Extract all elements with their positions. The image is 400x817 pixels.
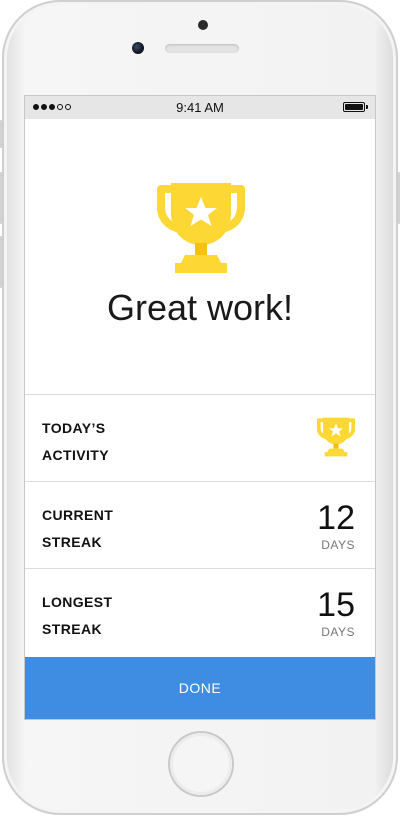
row-label-line1: TODAY’S (42, 420, 106, 436)
row-label: TODAY’S ACTIVITY (42, 415, 162, 469)
hero-section: Great work! (25, 119, 375, 394)
home-button[interactable] (170, 733, 232, 795)
trophy-icon (317, 417, 355, 457)
done-button[interactable]: DONE (25, 657, 375, 719)
row-label-line1: CURRENT (42, 507, 114, 523)
row-label-line2: ACTIVITY (42, 447, 109, 463)
earpiece-speaker (165, 44, 239, 53)
row-label-line2: STREAK (42, 621, 102, 637)
proximity-sensor (198, 20, 208, 30)
row-label: CURRENT STREAK (42, 502, 162, 556)
row-label-line2: STREAK (42, 534, 102, 550)
current-streak-row: CURRENT STREAK 12 DAYS (25, 481, 375, 568)
row-label-line1: LONGEST (42, 594, 113, 610)
longest-streak-stat: 15 DAYS (317, 587, 355, 639)
todays-activity-row: TODAY’S ACTIVITY (25, 394, 375, 481)
headline: Great work! (106, 287, 294, 328)
status-time: 9:41 AM (176, 100, 224, 115)
longest-streak-unit: DAYS (321, 625, 355, 639)
screen: 9:41 AM Great work! TODAY’S ACTIVITY CUR… (24, 95, 376, 720)
longest-streak-value: 15 (317, 586, 355, 624)
current-streak-value: 12 (317, 499, 355, 537)
row-label: LONGEST STREAK (42, 589, 162, 643)
battery-icon (343, 102, 368, 112)
volume-down-button (0, 236, 2, 288)
current-streak-stat: 12 DAYS (317, 500, 355, 552)
front-camera (132, 42, 144, 54)
current-streak-unit: DAYS (321, 538, 355, 552)
volume-up-button (0, 172, 2, 224)
longest-streak-row: LONGEST STREAK 15 DAYS (25, 568, 375, 655)
status-bar: 9:41 AM (25, 96, 375, 119)
trophy-icon (157, 183, 245, 273)
mute-switch (0, 120, 2, 148)
